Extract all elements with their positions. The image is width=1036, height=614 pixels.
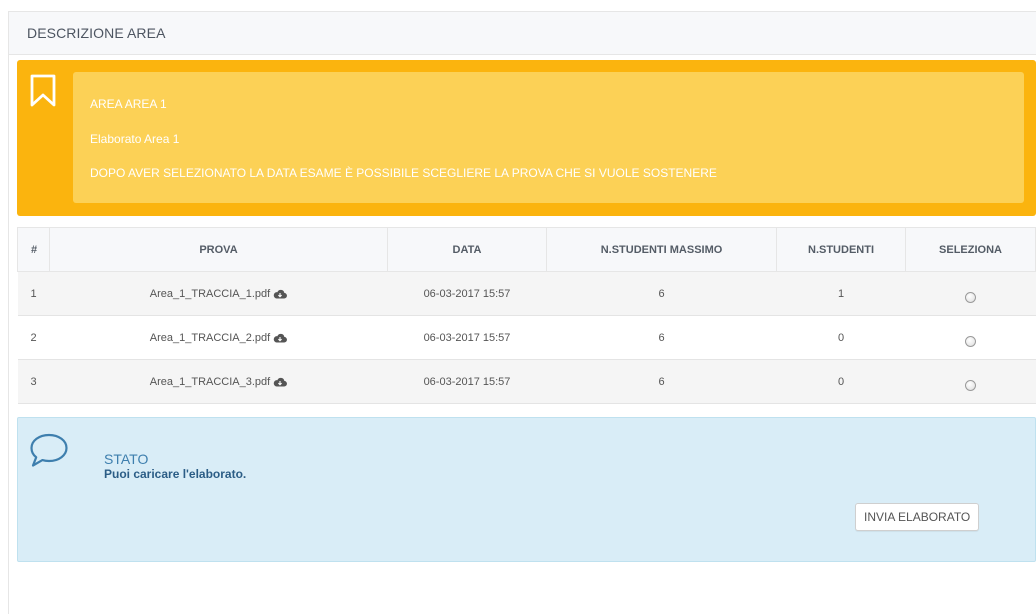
prova-cell: Area_1_TRACCIA_3.pdf <box>49 359 388 404</box>
studenti-cell: 1 <box>776 271 906 316</box>
invia-elaborato-button[interactable]: INVIA ELABORATO <box>855 503 980 531</box>
table-row: 2 Area_1_TRACCIA_2.pdf 06-03-2017 15:57 … <box>17 315 1036 360</box>
seleziona-cell <box>905 271 1036 316</box>
table-row: 3 Area_1_TRACCIA_3.pdf 06-03-2017 15:57 … <box>17 359 1036 404</box>
col-header-data: DATA <box>387 227 547 272</box>
row-num: 3 <box>17 359 50 404</box>
prova-file-link[interactable]: Area_1_TRACCIA_2.pdf <box>150 332 270 344</box>
data-cell: 06-03-2017 15:57 <box>387 315 547 360</box>
data-cell: 06-03-2017 15:57 <box>387 359 547 404</box>
max-studenti-cell: 6 <box>546 271 777 316</box>
row-num: 2 <box>17 315 50 360</box>
cloud-download-icon[interactable] <box>273 333 288 343</box>
bookmark-icon <box>30 74 56 107</box>
col-header-max: N.STUDENTI MASSIMO <box>546 227 777 272</box>
select-radio[interactable] <box>965 291 976 303</box>
studenti-cell: 0 <box>776 359 906 404</box>
area-name: AREA AREA 1 <box>90 97 167 111</box>
prova-cell: Area_1_TRACCIA_1.pdf <box>49 271 388 316</box>
area-info-box: AREA AREA 1 Elaborato Area 1 DOPO AVER S… <box>73 72 1024 203</box>
chat-bubble-icon <box>30 433 68 467</box>
col-header-prova: PROVA <box>49 227 388 272</box>
stato-title: STATO <box>104 451 149 467</box>
elaborato-name: Elaborato Area 1 <box>90 132 180 146</box>
col-header-num: # <box>17 227 50 272</box>
area-info-alert: AREA AREA 1 Elaborato Area 1 DOPO AVER S… <box>17 60 1036 216</box>
select-radio[interactable] <box>965 379 976 391</box>
row-num: 1 <box>17 271 50 316</box>
cloud-download-icon[interactable] <box>273 289 288 299</box>
prova-file-link[interactable]: Area_1_TRACCIA_1.pdf <box>150 288 270 300</box>
panel-title: DESCRIZIONE AREA <box>9 12 1036 55</box>
seleziona-cell <box>905 359 1036 404</box>
prova-cell: Area_1_TRACCIA_2.pdf <box>49 315 388 360</box>
max-studenti-cell: 6 <box>546 359 777 404</box>
col-header-seleziona: SELEZIONA <box>905 227 1036 272</box>
col-header-studenti: N.STUDENTI <box>776 227 906 272</box>
instruction-note: DOPO AVER SELEZIONATO LA DATA ESAME È PO… <box>90 166 717 180</box>
cloud-download-icon[interactable] <box>273 377 288 387</box>
studenti-cell: 0 <box>776 315 906 360</box>
max-studenti-cell: 6 <box>546 315 777 360</box>
data-cell: 06-03-2017 15:57 <box>387 271 547 316</box>
prove-table: # PROVA DATA N.STUDENTI MASSIMO N.STUDEN… <box>17 227 1036 404</box>
select-radio[interactable] <box>965 335 976 347</box>
seleziona-cell <box>905 315 1036 360</box>
table-row: 1 Area_1_TRACCIA_1.pdf 06-03-2017 15:57 … <box>17 271 1036 316</box>
stato-alert: STATO Puoi caricare l'elaborato. INVIA E… <box>17 417 1036 562</box>
stato-message: Puoi caricare l'elaborato. <box>104 467 247 481</box>
table-header-row: # PROVA DATA N.STUDENTI MASSIMO N.STUDEN… <box>17 227 1036 272</box>
prova-file-link[interactable]: Area_1_TRACCIA_3.pdf <box>150 376 270 388</box>
